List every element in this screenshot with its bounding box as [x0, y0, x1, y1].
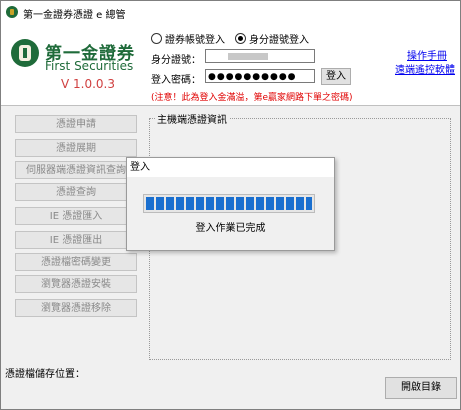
remote-control-link[interactable]: 遠端遙控軟體	[395, 61, 455, 76]
menu-renew-cert[interactable]: 憑證展期	[15, 139, 137, 157]
header-divider	[1, 105, 460, 106]
masked-id-value	[228, 53, 268, 60]
cert-location-label: 憑證檔儲存位置：	[5, 369, 85, 380]
radio-id-login[interactable]: 身分證號登入	[235, 31, 309, 46]
id-label: 身分證號：	[151, 55, 201, 66]
title-bar: 第一金證券憑證 e 總管	[1, 1, 460, 25]
radio-label: 證券帳號登入	[165, 35, 225, 46]
progress-fill	[146, 197, 312, 210]
server-cert-info-label: 主機端憑證資訊	[155, 111, 229, 126]
radio-selected-icon	[235, 33, 246, 44]
dialog-message: 登入作業已完成	[195, 223, 266, 234]
header-panel: 第一金證券 First Securities V 1.0.0.3 證券帳號登入 …	[1, 25, 460, 105]
brand-name-en: First Securities	[45, 59, 134, 73]
menu-cert-query[interactable]: 憑證查詢	[15, 183, 137, 201]
manual-link[interactable]: 操作手冊	[407, 47, 447, 62]
login-mode-group: 證券帳號登入 身分證號登入	[151, 31, 309, 46]
menu-apply-cert[interactable]: 憑證申請	[15, 115, 137, 133]
password-label: 登入密碼：	[151, 75, 201, 86]
dialog-title: 登入	[127, 158, 334, 177]
open-directory-button[interactable]: 開啟目錄	[385, 377, 457, 399]
menu-ie-export[interactable]: IE 憑證匯出	[15, 231, 137, 249]
login-button[interactable]: 登入	[321, 68, 351, 85]
id-number-field[interactable]	[205, 49, 315, 63]
login-progress-dialog: 登入 登入作業已完成	[126, 157, 335, 251]
menu-server-cert-query[interactable]: 伺服器端憑證資訊查詢	[15, 161, 137, 179]
menu-browser-remove[interactable]: 瀏覽器憑證移除	[15, 299, 137, 317]
radio-label: 身分證號登入	[249, 35, 309, 46]
radio-icon	[151, 33, 162, 44]
window-title: 第一金證券憑證 e 總管	[23, 10, 126, 21]
password-warning: (注意！此為登入金滿溢，第e贏家網路下單之密碼)	[151, 93, 353, 103]
progress-bar	[143, 194, 315, 213]
menu-ie-import[interactable]: IE 憑證匯入	[15, 207, 137, 225]
brand-logo-icon	[11, 39, 39, 67]
password-field[interactable]: ●●●●●●●●●●	[205, 69, 315, 83]
app-icon	[6, 6, 18, 18]
version-label: V 1.0.0.3	[61, 77, 116, 91]
radio-account-login[interactable]: 證券帳號登入	[151, 31, 225, 46]
menu-change-password[interactable]: 憑證檔密碼變更	[15, 253, 137, 271]
menu-browser-install[interactable]: 瀏覽器憑證安裝	[15, 275, 137, 293]
